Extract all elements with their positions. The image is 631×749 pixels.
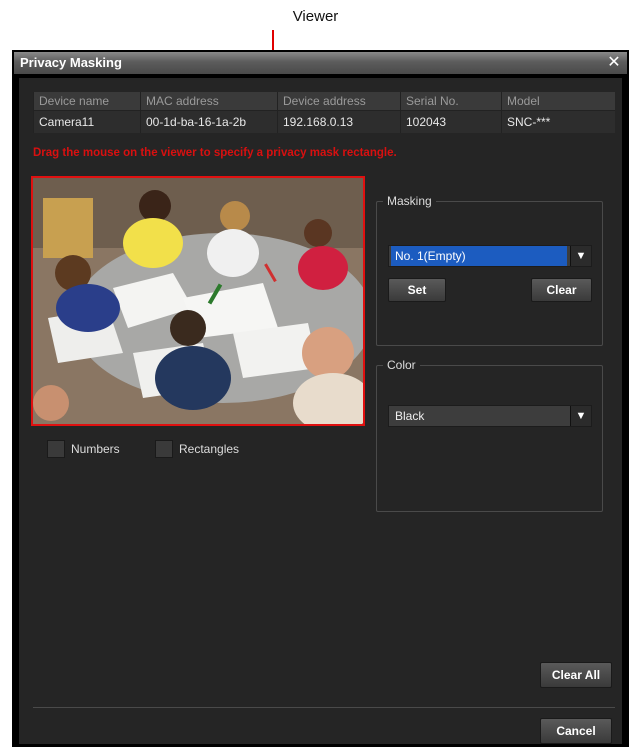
masking-legend: Masking bbox=[387, 194, 432, 208]
clear-all-button[interactable]: Clear All bbox=[540, 662, 612, 688]
chevron-down-icon[interactable]: ▼ bbox=[570, 406, 591, 426]
title-bar: Privacy Masking ✕ bbox=[14, 52, 627, 74]
window-title: Privacy Masking bbox=[20, 55, 122, 70]
dialog-client-area: Device name MAC address Device address S… bbox=[19, 78, 622, 744]
rectangles-checkbox[interactable] bbox=[155, 440, 173, 458]
table-row[interactable]: Camera11 00-1d-ba-16-1a-2b 192.168.0.13 … bbox=[33, 110, 615, 133]
color-select[interactable]: Black ▼ bbox=[388, 405, 592, 427]
device-table: Device name MAC address Device address S… bbox=[33, 92, 615, 133]
camera-image bbox=[33, 178, 363, 424]
column-header-mac-address: MAC address bbox=[140, 92, 278, 111]
cell-serial-no: 102043 bbox=[400, 110, 502, 133]
column-header-serial-no: Serial No. bbox=[400, 92, 502, 111]
instruction-text: Drag the mouse on the viewer to specify … bbox=[33, 147, 397, 159]
privacy-masking-window: Privacy Masking ✕ Device name MAC addres… bbox=[12, 50, 629, 747]
rectangles-checkbox-row[interactable]: Rectangles bbox=[155, 439, 239, 459]
rectangles-checkbox-label: Rectangles bbox=[179, 442, 240, 456]
cell-model: SNC-*** bbox=[501, 110, 615, 133]
column-header-device-address: Device address bbox=[277, 92, 401, 111]
color-group: Color bbox=[376, 358, 603, 512]
column-header-device-name: Device name bbox=[33, 92, 141, 111]
cell-mac-address: 00-1d-ba-16-1a-2b bbox=[140, 110, 278, 133]
masking-select[interactable]: No. 1(Empty) ▼ bbox=[388, 245, 592, 267]
cancel-button[interactable]: Cancel bbox=[540, 718, 612, 744]
column-header-model: Model bbox=[501, 92, 615, 111]
color-legend: Color bbox=[387, 358, 416, 372]
numbers-checkbox-label: Numbers bbox=[71, 442, 120, 456]
clear-button[interactable]: Clear bbox=[531, 278, 592, 302]
masking-group: Masking bbox=[376, 194, 603, 346]
masking-select-value: No. 1(Empty) bbox=[391, 246, 567, 266]
cell-device-address: 192.168.0.13 bbox=[277, 110, 401, 133]
close-icon[interactable]: ✕ bbox=[605, 52, 623, 74]
numbers-checkbox-row[interactable]: Numbers bbox=[47, 439, 120, 459]
viewer[interactable] bbox=[31, 176, 365, 426]
viewer-callout-label: Viewer bbox=[292, 8, 339, 25]
footer-separator bbox=[33, 707, 615, 708]
chevron-down-icon[interactable]: ▼ bbox=[570, 246, 591, 266]
device-table-header: Device name MAC address Device address S… bbox=[33, 92, 615, 111]
color-select-value: Black bbox=[395, 409, 425, 423]
cell-device-name: Camera11 bbox=[33, 110, 141, 133]
numbers-checkbox[interactable] bbox=[47, 440, 65, 458]
set-button[interactable]: Set bbox=[388, 278, 446, 302]
